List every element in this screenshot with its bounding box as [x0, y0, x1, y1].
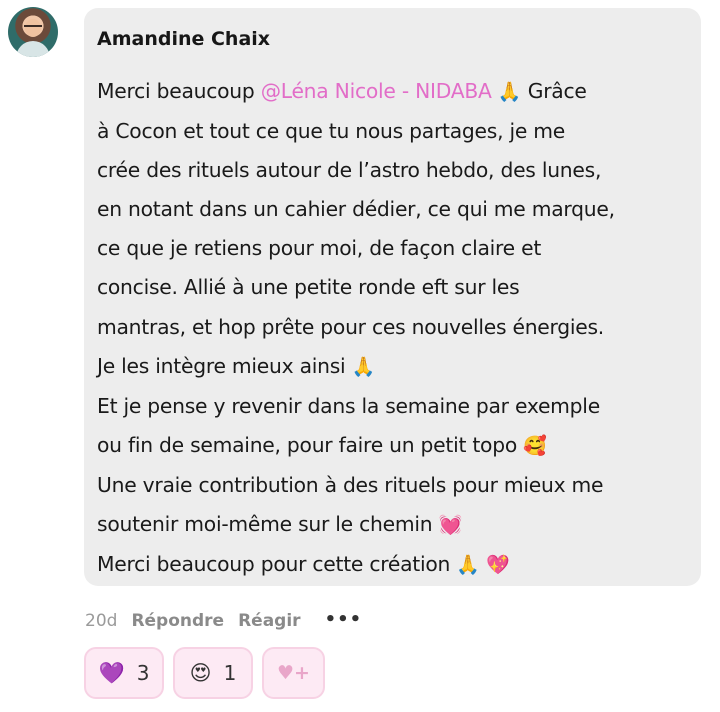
purple-heart-icon: 💜	[98, 660, 125, 685]
comment-bubble: Amandine Chaix Merci beaucoup @Léna Nico…	[84, 8, 701, 586]
user-mention[interactable]: @Léna Nicole - NIDABA	[261, 79, 492, 103]
reaction-purple-heart[interactable]: 💜 3	[84, 647, 164, 699]
comment-line: mantras, et hop prête pour ces nouvelles…	[97, 314, 605, 339]
comment-line: en notant dans un cahier dédier, ce qui …	[97, 197, 615, 222]
comment-actions: 20d Répondre Réagir •••	[85, 606, 362, 636]
more-options-icon[interactable]: •••	[325, 609, 363, 630]
comment-line: Et je pense y revenir dans la semaine pa…	[97, 393, 600, 418]
smiling-face-hearts-icon: 🥰	[523, 434, 547, 457]
comment: Amandine Chaix Merci beaucoup @Léna Nico…	[0, 0, 720, 712]
reaction-count: 3	[136, 661, 150, 685]
comment-body: Merci beaucoup @Léna Nicole - NIDABA 🙏 G…	[97, 72, 687, 585]
comment-line: ce que je retiens pour moi, de façon cla…	[97, 236, 542, 261]
add-reaction-button[interactable]: ♥+	[262, 647, 325, 699]
heart-eyes-icon: 😍	[189, 661, 212, 685]
comment-line: ou fin de semaine, pour faire un petit t…	[97, 432, 547, 457]
reactions-bar: 💜 3 😍 1 ♥+	[84, 647, 325, 699]
reaction-count: 1	[223, 661, 237, 685]
add-reaction-icon: ♥+	[277, 662, 310, 684]
comment-line: Merci beaucoup pour cette création 🙏 💖	[97, 552, 510, 577]
author-name[interactable]: Amandine Chaix	[97, 25, 687, 54]
comment-line: à Cocon et tout ce que tu nous partages,…	[97, 119, 566, 144]
comment-line: Une vraie contribution à des rituels pou…	[97, 472, 604, 497]
comment-line: Je les intègre mieux ainsi 🙏	[97, 353, 376, 378]
reply-button[interactable]: Répondre	[131, 611, 224, 631]
comment-line: Merci beaucoup @Léna Nicole - NIDABA 🙏 G…	[97, 79, 587, 103]
sparkling-heart-icon: 💖	[486, 554, 510, 577]
folded-hands-icon: 🙏	[497, 81, 522, 103]
folded-hands-icon: 🙏	[351, 355, 376, 378]
comment-line: concise. Allié à une petite ronde eft su…	[97, 275, 520, 300]
react-button[interactable]: Réagir	[238, 611, 300, 631]
comment-line: crée des rituels autour de l’astro hebdo…	[97, 158, 602, 183]
timestamp: 20d	[85, 611, 118, 631]
folded-hands-icon: 🙏	[456, 554, 481, 577]
reaction-heart-eyes[interactable]: 😍 1	[173, 647, 253, 699]
comment-line: soutenir moi-même sur le chemin 💓	[97, 512, 463, 537]
avatar[interactable]	[8, 7, 58, 57]
beating-heart-icon: 💓	[438, 514, 463, 537]
